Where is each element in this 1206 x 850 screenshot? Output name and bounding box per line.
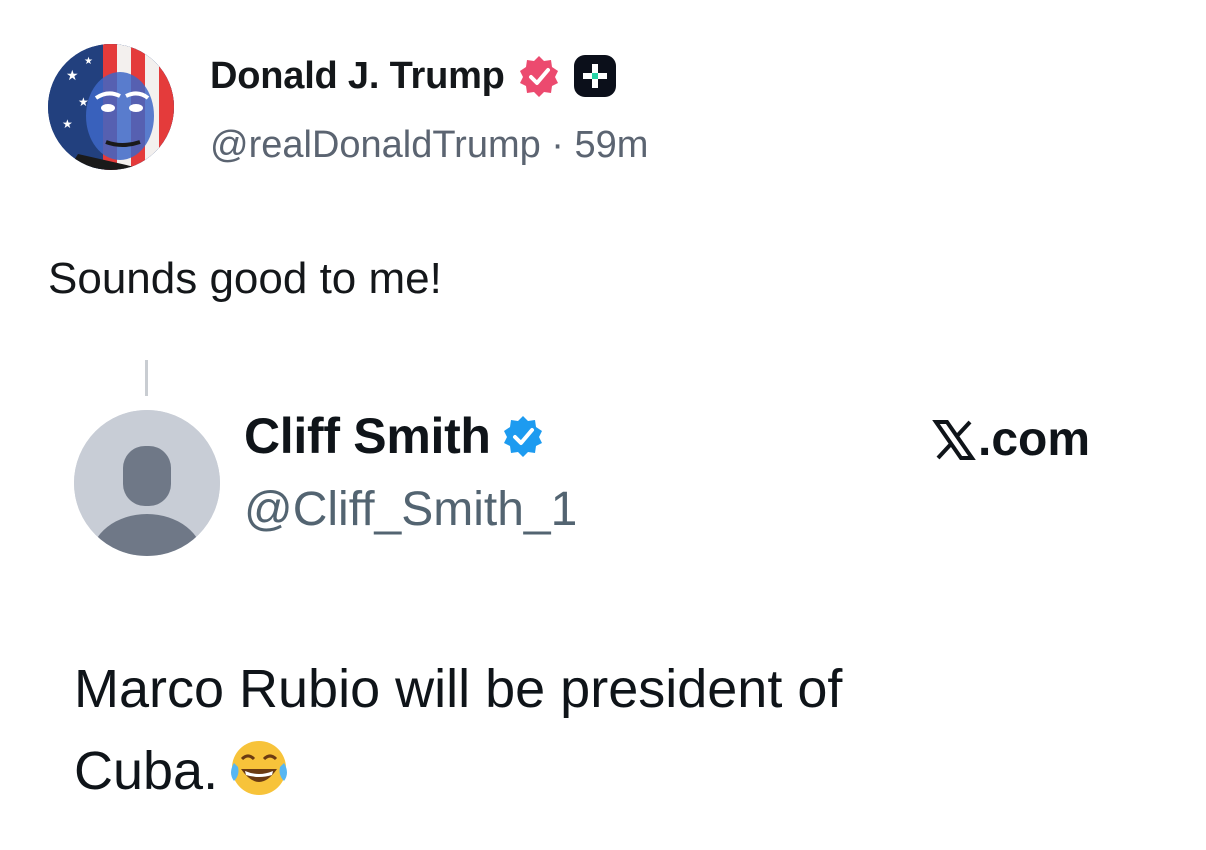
post-body-text: Sounds good to me! (48, 254, 442, 303)
author-avatar[interactable]: ★ ★ ★ ★ (48, 44, 174, 170)
post-timestamp[interactable]: 59m (575, 124, 649, 166)
quoted-author-handle: @Cliff_Smith_1 (244, 483, 578, 536)
quoted-post-image[interactable]: Cliff Smith @Cliff_Smith_1 .com Marco Ru… (0, 400, 1206, 850)
quoted-author-avatar (74, 410, 220, 556)
author-handle-row: @realDonaldTrump · 59m (210, 124, 648, 167)
author-handle[interactable]: @realDonaldTrump (210, 124, 541, 166)
default-profile-avatar-icon (74, 410, 220, 556)
quoted-text-line-2-words: Cuba. (74, 741, 219, 801)
svg-text:★: ★ (78, 95, 89, 109)
quote-connector-line (145, 360, 148, 396)
quoted-text-line-2: Cuba. (74, 730, 1134, 812)
svg-text:★: ★ (62, 117, 73, 131)
x-brand-watermark: .com (932, 412, 1090, 467)
author-name-row: Donald J. Trump (210, 50, 617, 102)
quoted-text-line-1: Marco Rubio will be president of (74, 659, 843, 719)
post-header: ★ ★ ★ ★ Donald J. Trump @realDonaldTrump… (48, 44, 748, 174)
separator-dot: · (540, 124, 575, 166)
svg-text:★: ★ (84, 56, 93, 67)
quoted-author-name-row: Cliff Smith (244, 404, 545, 468)
face-with-tears-of-joy-icon (231, 741, 288, 795)
quoted-post-text: Marco Rubio will be president of Cuba. (74, 648, 1134, 812)
truth-plus-badge-icon (573, 55, 616, 97)
quoted-author-display-name: Cliff Smith (244, 408, 491, 464)
x-logo-icon (932, 419, 976, 460)
x-brand-suffix: .com (978, 413, 1091, 466)
flag-portrait-avatar-icon: ★ ★ ★ ★ (48, 44, 174, 170)
verified-badge-icon (519, 56, 558, 97)
svg-text:★: ★ (66, 67, 79, 83)
author-display-name[interactable]: Donald J. Trump (210, 55, 505, 98)
verified-badge-icon (503, 416, 542, 457)
